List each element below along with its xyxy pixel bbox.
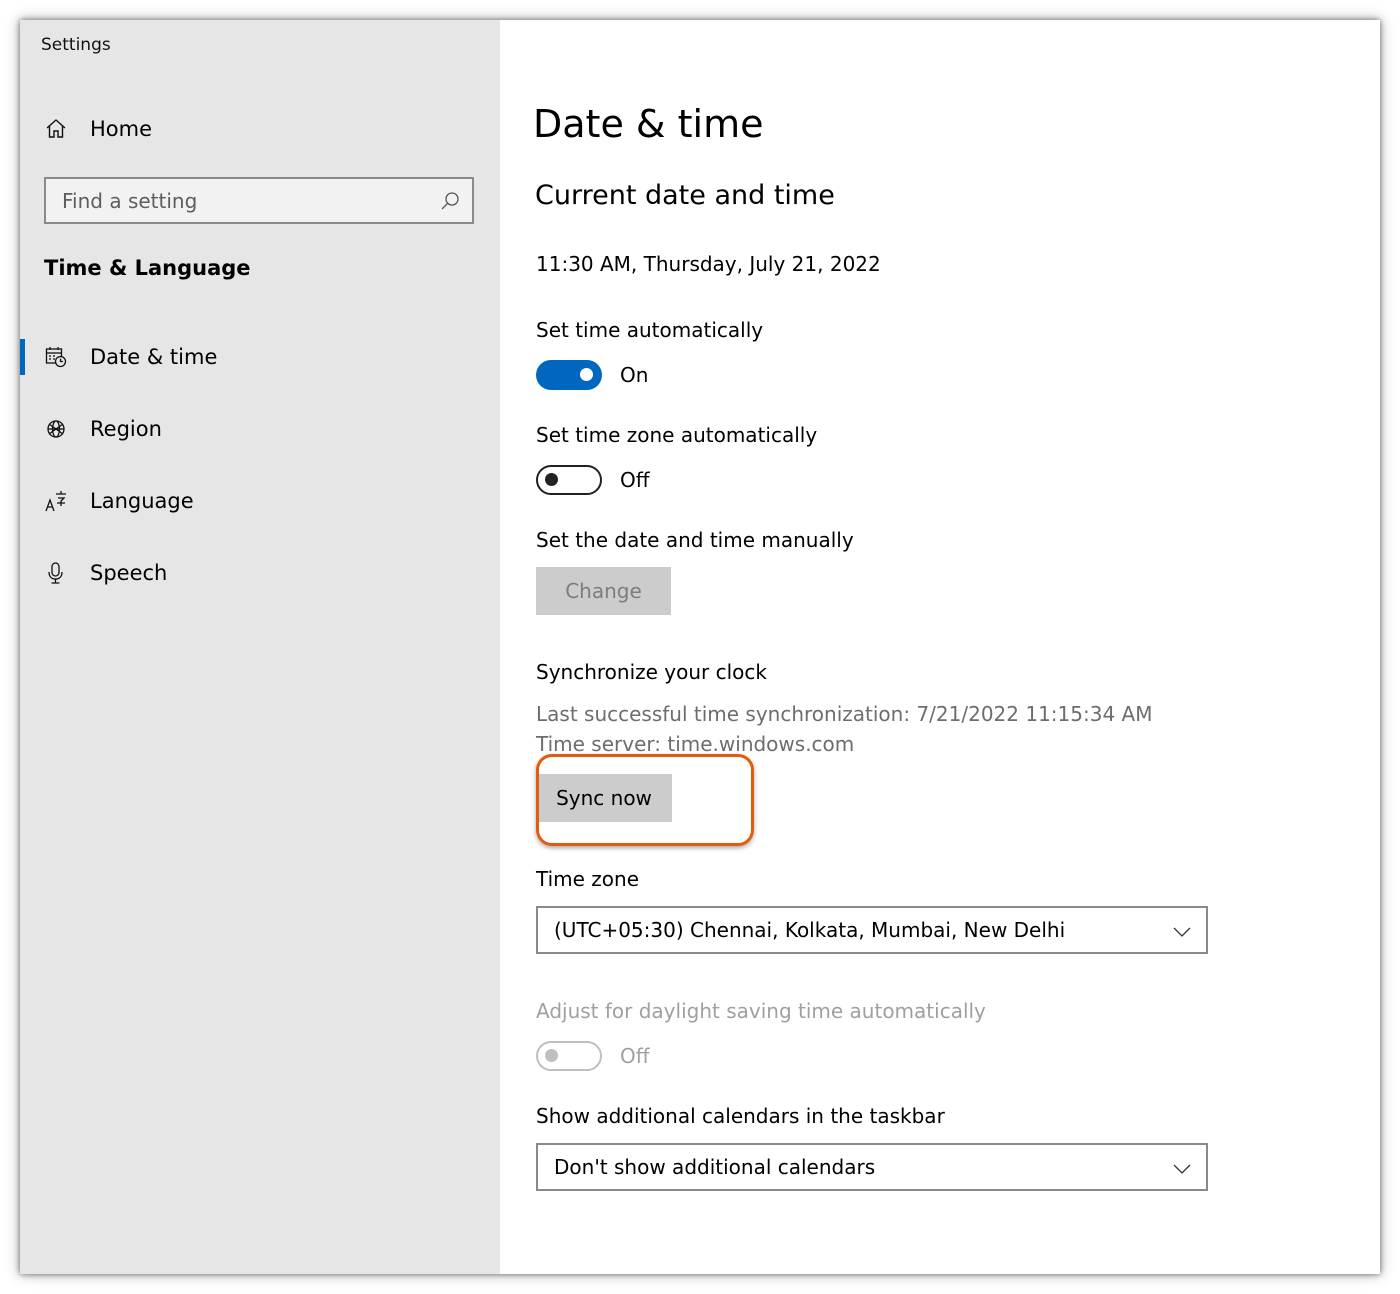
search-input[interactable] xyxy=(46,179,442,222)
sidebar-item-label: Speech xyxy=(90,561,168,585)
time-zone-label: Time zone xyxy=(536,867,640,891)
chevron-down-icon xyxy=(1170,920,1194,944)
change-button[interactable]: Change xyxy=(536,567,671,615)
current-datetime: 11:30 AM, Thursday, July 21, 2022 xyxy=(536,252,881,276)
set-time-auto-label: Set time automatically xyxy=(536,318,764,342)
calendars-label: Show additional calendars in the taskbar xyxy=(536,1104,945,1128)
set-timezone-auto-toggle[interactable] xyxy=(536,465,602,495)
home-nav-item[interactable]: Home xyxy=(44,116,152,142)
dst-toggle[interactable] xyxy=(536,1041,602,1071)
globe-icon xyxy=(44,417,68,441)
dst-label: Adjust for daylight saving time automati… xyxy=(536,999,986,1023)
dst-state: Off xyxy=(620,1044,650,1068)
time-server-text: Time server: time.windows.com xyxy=(536,732,855,756)
calendars-select[interactable]: Don't show additional calendars xyxy=(536,1143,1208,1191)
section-heading: Current date and time xyxy=(535,180,835,211)
section-title: Time & Language xyxy=(44,256,251,280)
home-label: Home xyxy=(90,117,153,141)
set-timezone-auto-label: Set time zone automatically xyxy=(536,423,818,447)
sync-now-button[interactable]: Sync now xyxy=(536,774,672,822)
main-panel: Date & time Current date and time 11:30 … xyxy=(500,20,1380,1274)
time-zone-value: (UTC+05:30) Chennai, Kolkata, Mumbai, Ne… xyxy=(554,918,1066,942)
time-zone-select[interactable]: (UTC+05:30) Chennai, Kolkata, Mumbai, Ne… xyxy=(536,906,1208,954)
microphone-icon xyxy=(44,561,68,585)
sidebar-item-speech[interactable]: Speech xyxy=(20,551,500,595)
app-title: Settings xyxy=(41,35,111,55)
calendar-clock-icon xyxy=(44,345,68,369)
sync-clock-label: Synchronize your clock xyxy=(536,660,767,684)
calendars-value: Don't show additional calendars xyxy=(554,1155,876,1179)
toggle-knob xyxy=(545,1049,558,1062)
sidebar-item-region[interactable]: Region xyxy=(20,407,500,451)
search-icon[interactable] xyxy=(438,189,462,213)
sidebar-item-label: Date & time xyxy=(90,345,218,369)
manual-datetime-label: Set the date and time manually xyxy=(536,528,854,552)
chevron-down-icon xyxy=(1170,1157,1194,1181)
sidebar-item-language[interactable]: Language xyxy=(20,479,500,523)
last-sync-text: Last successful time synchronization: 7/… xyxy=(536,702,1153,726)
set-timezone-auto-state: Off xyxy=(620,468,650,492)
home-icon xyxy=(44,117,68,141)
sidebar: Settings Home Time & Language xyxy=(20,20,500,1274)
set-time-auto-toggle[interactable] xyxy=(536,360,602,390)
search-box[interactable] xyxy=(44,177,474,224)
sidebar-item-date-time[interactable]: Date & time xyxy=(20,335,500,379)
language-icon xyxy=(44,489,68,513)
toggle-knob xyxy=(545,473,558,486)
toggle-knob xyxy=(580,368,593,381)
sidebar-item-label: Language xyxy=(90,489,194,513)
settings-window: Settings Home Time & Language xyxy=(20,20,1380,1274)
set-time-auto-state: On xyxy=(620,363,649,387)
sidebar-item-label: Region xyxy=(90,417,162,441)
page-title: Date & time xyxy=(533,102,764,146)
